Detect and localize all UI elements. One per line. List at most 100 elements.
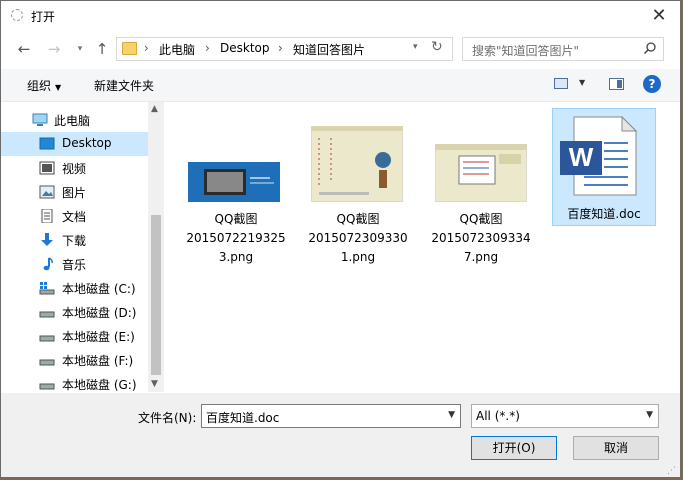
- search-icon[interactable]: [643, 41, 657, 55]
- sidebar-item-label: 视频: [62, 162, 87, 176]
- up-arrow-icon[interactable]: ↑: [93, 39, 111, 59]
- sidebar-item-downloads[interactable]: 下载: [1, 228, 148, 252]
- title-bar: 打开 ✕: [1, 1, 680, 31]
- system-drive-icon: [39, 282, 55, 295]
- organize-label: 组织: [27, 79, 52, 93]
- image-thumbnail: [188, 162, 280, 202]
- filename-label: 文件名(N):: [138, 411, 197, 425]
- sidebar-item-drive-d[interactable]: 本地磁盘 (D:): [1, 300, 148, 324]
- file-item-selected[interactable]: W 百度知道.doc: [552, 108, 656, 226]
- sidebar-item-label: 本地磁盘 (G:): [62, 378, 137, 392]
- breadcrumb-this-pc[interactable]: 此电脑: [159, 41, 195, 58]
- organize-menu-button[interactable]: 组织 ▼: [27, 77, 61, 94]
- command-bar: 组织 ▼ 新建文件夹 ▼ ?: [1, 69, 680, 102]
- drive-icon: [39, 335, 55, 342]
- back-arrow-icon[interactable]: ←: [15, 39, 33, 59]
- breadcrumb-current-folder[interactable]: 知道回答图片: [293, 41, 365, 58]
- scroll-up-icon[interactable]: ▲: [151, 104, 158, 114]
- file-name: 1.png: [340, 250, 376, 264]
- search-placeholder: 搜索"知道回答图片": [472, 44, 580, 58]
- close-button[interactable]: ✕: [648, 5, 670, 27]
- chevron-down-icon: ▼: [646, 410, 653, 420]
- sidebar-item-label: Desktop: [62, 136, 112, 150]
- refresh-icon[interactable]: ↻: [431, 39, 443, 55]
- pictures-icon: [39, 185, 55, 199]
- desktop-icon: [39, 137, 55, 150]
- image-thumbnail: [435, 144, 527, 202]
- file-name: 2015072219325: [186, 231, 286, 245]
- sidebar-item-label: 下载: [62, 234, 87, 248]
- filename-input[interactable]: 百度知道.doc ▼: [201, 404, 461, 428]
- file-name: 3.png: [218, 250, 254, 264]
- resize-grip-icon[interactable]: ⋰: [667, 466, 677, 476]
- sidebar-item-label: 本地磁盘 (D:): [62, 306, 137, 320]
- navigation-scrollbar[interactable]: ▲ ▼: [148, 102, 164, 392]
- sidebar-item-label: 文档: [62, 210, 87, 224]
- new-folder-button[interactable]: 新建文件夹: [94, 77, 154, 94]
- sidebar-item-label: 音乐: [62, 258, 87, 272]
- address-row: ← → ▾ ↑ › 此电脑 › Desktop › 知道回答图片 ▾ ↻ 搜索"…: [1, 31, 680, 67]
- open-file-dialog: 打开 ✕ ← → ▾ ↑ › 此电脑 › Desktop › 知道回答图片 ▾ …: [0, 0, 681, 478]
- sidebar-item-drive-e[interactable]: 本地磁盘 (E:): [1, 324, 148, 348]
- sidebar-item-this-pc[interactable]: 此电脑: [1, 108, 148, 132]
- drive-icon: [39, 311, 55, 318]
- recent-locations-chevron-icon[interactable]: ▾: [71, 39, 89, 59]
- sidebar-item-label: 本地磁盘 (F:): [62, 354, 134, 368]
- sidebar-item-drive-f[interactable]: 本地磁盘 (F:): [1, 348, 148, 372]
- sidebar-item-videos[interactable]: 视频: [1, 156, 148, 180]
- scroll-down-icon[interactable]: ▼: [151, 379, 158, 389]
- address-dropdown-chevron-icon[interactable]: ▾: [413, 42, 418, 52]
- sidebar-item-label: 本地磁盘 (E:): [62, 330, 135, 344]
- window-title: 打开: [31, 10, 56, 24]
- sidebar-item-label: 图片: [62, 186, 87, 200]
- cancel-button[interactable]: 取消: [573, 436, 659, 460]
- file-name: 7.png: [463, 250, 499, 264]
- breadcrumb-separator[interactable]: ›: [144, 41, 149, 55]
- file-name: 2015072309334: [431, 231, 531, 245]
- file-item[interactable]: QQ截图 2015072219325 3.png: [184, 110, 288, 264]
- app-icon: [11, 9, 23, 21]
- file-item[interactable]: QQ截图 2015072309330 1.png: [306, 110, 410, 264]
- filename-value: 百度知道.doc: [206, 411, 280, 425]
- download-icon: [41, 233, 53, 246]
- address-bar[interactable]: › 此电脑 › Desktop › 知道回答图片 ▾ ↻: [116, 37, 453, 61]
- scrollbar-thumb[interactable]: [151, 215, 161, 375]
- view-options-chevron-icon[interactable]: ▼: [579, 78, 585, 87]
- file-item[interactable]: QQ截图 2015072309334 7.png: [429, 110, 533, 264]
- file-name: QQ截图: [459, 212, 503, 226]
- help-icon[interactable]: ?: [643, 75, 661, 93]
- drive-icon: [39, 383, 55, 390]
- chevron-down-icon[interactable]: ▼: [448, 410, 455, 420]
- open-button[interactable]: 打开(O): [471, 436, 557, 460]
- image-thumbnail: [311, 126, 403, 202]
- file-type-value: All (*.*): [476, 409, 520, 423]
- computer-icon: [32, 113, 48, 126]
- file-list: QQ截图 2015072219325 3.png QQ截图 2015072309…: [166, 102, 680, 392]
- breadcrumb-separator[interactable]: ›: [278, 41, 283, 55]
- file-name: 百度知道.doc: [567, 207, 641, 221]
- sidebar-item-drive-c[interactable]: 本地磁盘 (C:): [1, 276, 148, 300]
- sidebar-item-desktop[interactable]: Desktop: [1, 132, 148, 156]
- search-box[interactable]: 搜索"知道回答图片": [462, 37, 664, 61]
- change-view-icon[interactable]: [554, 78, 568, 89]
- chevron-down-icon: ▼: [55, 83, 62, 92]
- forward-arrow-icon[interactable]: →: [45, 39, 63, 59]
- svg-text:W: W: [569, 142, 594, 172]
- sidebar-item-label: 此电脑: [54, 114, 91, 128]
- video-icon: [39, 161, 55, 175]
- documents-icon: [41, 209, 53, 223]
- preview-pane-icon[interactable]: [609, 78, 624, 90]
- breadcrumb-desktop[interactable]: Desktop: [220, 41, 270, 55]
- breadcrumb-separator[interactable]: ›: [205, 41, 210, 55]
- file-name: QQ截图: [214, 212, 258, 226]
- file-type-select[interactable]: All (*.*) ▼: [471, 404, 659, 428]
- dialog-footer: 文件名(N): 百度知道.doc ▼ All (*.*) ▼ 打开(O) 取消 …: [1, 393, 680, 477]
- sidebar-item-label: 本地磁盘 (C:): [62, 282, 136, 296]
- sidebar-item-music[interactable]: 音乐: [1, 252, 148, 276]
- sidebar-item-pictures[interactable]: 图片: [1, 180, 148, 204]
- file-name: QQ截图: [336, 212, 380, 226]
- sidebar-item-documents[interactable]: 文档: [1, 204, 148, 228]
- music-icon: [43, 257, 53, 271]
- folder-icon: [122, 42, 137, 55]
- word-document-icon: W: [560, 115, 638, 196]
